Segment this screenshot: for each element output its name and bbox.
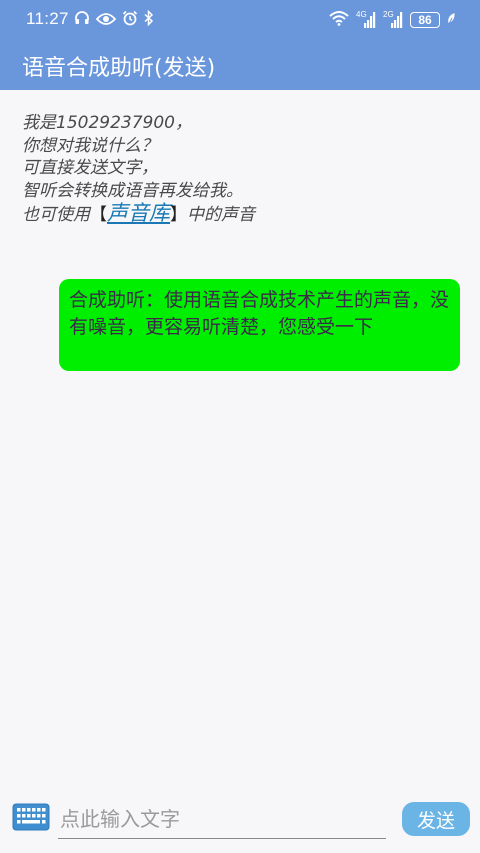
headphones-icon	[74, 10, 90, 30]
intro-line-voice-library: 也可使用【声音库】中的声音	[22, 202, 462, 227]
signal-4g-icon: 4G	[356, 11, 376, 29]
intro-text: 我是15029237900， 你想对我说什么？ 可直接发送文字， 智听会转换成语…	[22, 112, 462, 227]
keyboard-toggle-button[interactable]	[12, 803, 50, 835]
page-title: 语音合成助听(发送)	[22, 56, 216, 81]
message-bubble[interactable]: 合成助听：使用语音合成技术产生的声音，没有噪音，更容易听清楚，您感受一下	[59, 279, 460, 371]
status-bar: 11:27 4G 2G 86	[0, 0, 480, 40]
message-text: 合成助听：使用语音合成技术产生的声音，没有噪音，更容易听清楚，您感受一下	[69, 289, 450, 338]
message-input[interactable]	[58, 800, 386, 838]
intro-line: 我是15029237900，	[22, 113, 192, 133]
bracket-close: 】	[170, 205, 187, 225]
leaf-icon	[447, 11, 456, 30]
battery-level: 86	[418, 13, 432, 27]
alarm-icon	[122, 10, 138, 30]
bracket-open: 【	[90, 205, 107, 225]
intro-line: 智听会转换成语音再发给我。	[22, 180, 243, 201]
intro-line5-prefix: 也可使用	[22, 205, 90, 225]
intro-line: 你想对我说什么？	[22, 135, 158, 156]
eye-icon	[95, 11, 117, 30]
intro-line5-suffix: 中的声音	[187, 205, 255, 225]
voice-library-link[interactable]: 声音库	[107, 201, 170, 225]
battery-icon: 86	[410, 12, 440, 28]
wifi-icon	[329, 10, 349, 30]
send-button[interactable]: 发送	[402, 802, 470, 836]
message-input-wrapper	[58, 800, 386, 839]
status-right-icons: 4G 2G 86	[329, 9, 456, 31]
status-time: 11:27	[26, 9, 69, 28]
status-left-icons	[74, 9, 154, 30]
intro-line: 可直接发送文字，	[22, 158, 158, 178]
app-bar: 语音合成助听(发送)	[0, 40, 480, 90]
keyboard-icon	[12, 803, 50, 835]
bluetooth-icon	[144, 9, 154, 30]
signal-2g-icon: 2G	[383, 11, 403, 29]
